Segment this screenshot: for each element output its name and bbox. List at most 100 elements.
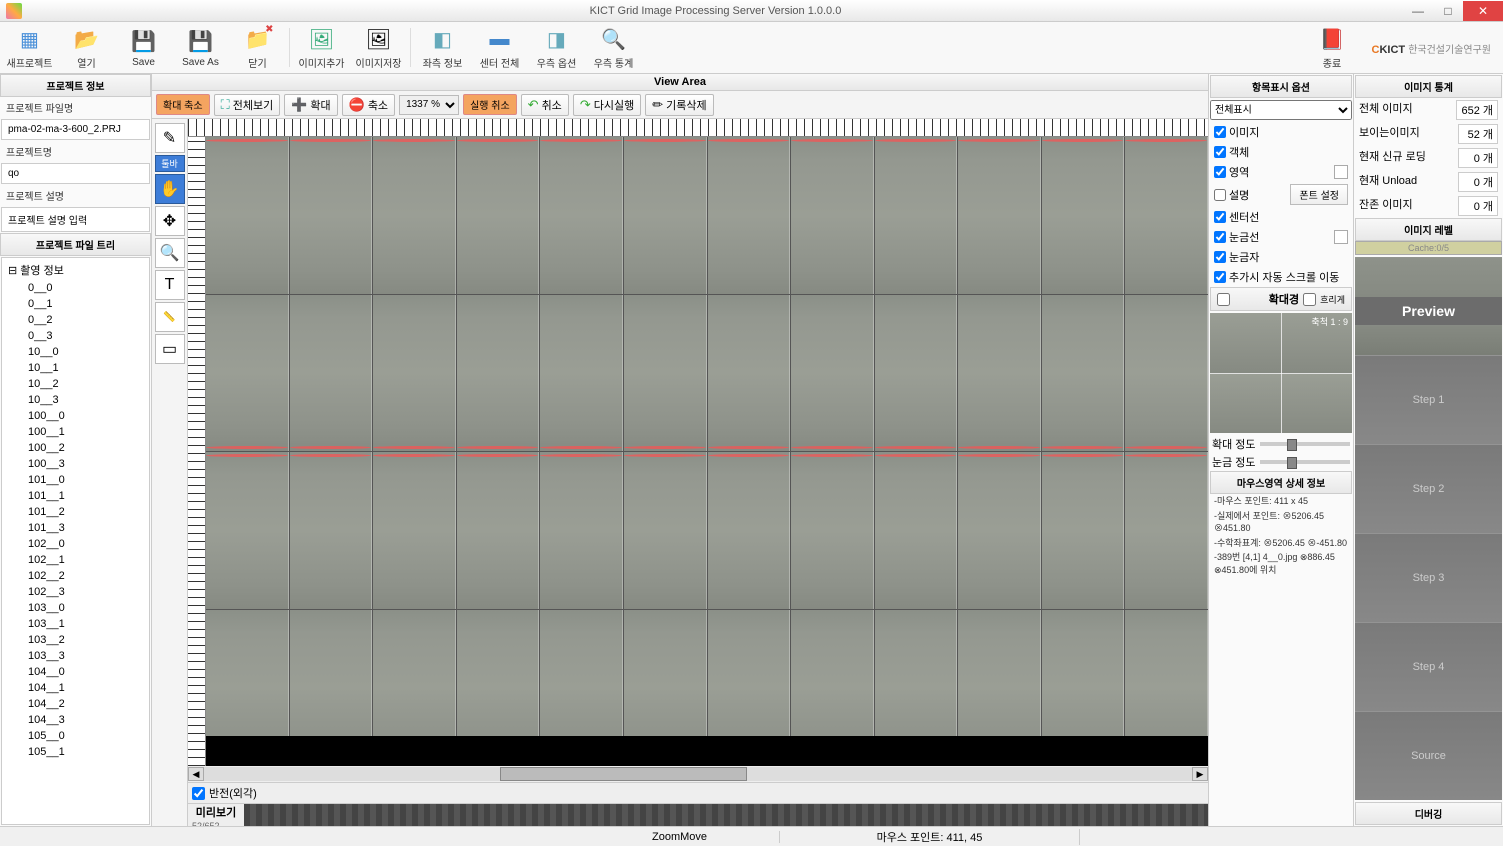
tree-item[interactable]: 103__1 [4, 616, 147, 632]
toolbar-tab[interactable]: 툴바 [155, 155, 185, 172]
tree-item[interactable]: 100__0 [4, 408, 147, 424]
tree-item[interactable]: 10__0 [4, 344, 147, 360]
preview-step[interactable]: Step 3 [1355, 533, 1502, 622]
zoom-tool[interactable]: 🔍 [155, 238, 185, 268]
chk-object[interactable] [1214, 146, 1226, 158]
save-button[interactable]: 💾Save [116, 24, 171, 71]
chk-draw[interactable] [1303, 293, 1316, 306]
desc-field[interactable]: 프로젝트 설명 입력 [1, 207, 150, 232]
tree-item[interactable]: 101__3 [4, 520, 147, 536]
tree-item[interactable]: 102__2 [4, 568, 147, 584]
status-mouse: 마우스 포인트: 411, 45 [780, 829, 1080, 845]
chk-center[interactable] [1214, 211, 1226, 223]
tree-item[interactable]: 105__0 [4, 728, 147, 744]
undo-exec-button[interactable]: 실행 취소 [463, 94, 517, 115]
tree-root[interactable]: ⊟ 촬영 정보 [4, 260, 147, 280]
tree-item[interactable]: 101__1 [4, 488, 147, 504]
right-option-button[interactable]: ◨우측 옵션 [529, 24, 584, 71]
zoom-select[interactable]: 1337 % [399, 95, 459, 115]
close-project-button[interactable]: 📁✖닫기 [230, 24, 285, 71]
tree-item[interactable]: 103__2 [4, 632, 147, 648]
file-field[interactable]: pma-02-ma-3-600_2.PRJ [1, 119, 150, 140]
close-folder-icon: 📁✖ [244, 26, 272, 54]
right-stat-button[interactable]: 🔍우측 통계 [586, 24, 641, 71]
save-as-button[interactable]: 💾Save As [173, 24, 228, 71]
unload-images: 0 개 [1458, 172, 1498, 192]
ruler-tool[interactable]: 📏 [155, 302, 185, 332]
tree-item[interactable]: 10__1 [4, 360, 147, 376]
add-image-button[interactable]: 🖼이미지추가 [294, 24, 349, 71]
chk-desc[interactable] [1214, 189, 1226, 201]
tree-item[interactable]: 104__3 [4, 712, 147, 728]
tree-item[interactable]: 102__0 [4, 536, 147, 552]
preview-step[interactable]: Step 4 [1355, 622, 1502, 711]
invert-checkbox[interactable] [192, 787, 205, 800]
tree-item[interactable]: 104__2 [4, 696, 147, 712]
tree-item[interactable]: 10__2 [4, 376, 147, 392]
scroll-right-icon[interactable]: ▶ [1192, 767, 1208, 781]
region-color-swatch[interactable] [1334, 165, 1348, 179]
horizontal-scrollbar[interactable]: ◀ ▶ [188, 766, 1208, 782]
zoom-in-button[interactable]: ➕확대 [284, 94, 337, 116]
tree-item[interactable]: 100__3 [4, 456, 147, 472]
tree-item[interactable]: 101__0 [4, 472, 147, 488]
zoom-fit-button[interactable]: 확대 축소 [156, 94, 210, 115]
preview-step[interactable]: Step 2 [1355, 444, 1502, 533]
tree-item[interactable]: 0__1 [4, 296, 147, 312]
preview-step[interactable]: Step 1 [1355, 355, 1502, 444]
hand-tool[interactable]: ✋ [155, 174, 185, 204]
statusbar: ZoomMove 마우스 포인트: 411, 45 [0, 826, 1503, 846]
save-image-button[interactable]: 🖼이미지저장 [351, 24, 406, 71]
chk-grid[interactable] [1214, 231, 1226, 243]
left-info-button[interactable]: ◧좌측 정보 [415, 24, 470, 71]
open-button[interactable]: 📂열기 [59, 24, 114, 71]
chk-mag-enable[interactable] [1217, 293, 1230, 306]
close-button[interactable]: ✕ [1463, 1, 1503, 21]
rect-tool[interactable]: ▭ [155, 334, 185, 364]
tree-item[interactable]: 102__1 [4, 552, 147, 568]
tree-item[interactable]: 103__3 [4, 648, 147, 664]
chk-autoscroll[interactable] [1214, 271, 1226, 283]
zoom-out-button[interactable]: ⛔축소 [342, 94, 395, 116]
tree-item[interactable]: 102__3 [4, 584, 147, 600]
exit-icon: 📕 [1318, 26, 1346, 54]
font-settings-button[interactable]: 폰트 설정 [1290, 184, 1348, 205]
tree-item[interactable]: 104__0 [4, 664, 147, 680]
titlebar: KICT Grid Image Processing Server Versio… [0, 0, 1503, 22]
center-all-button[interactable]: ▬센터 전체 [472, 24, 527, 71]
scroll-left-icon[interactable]: ◀ [188, 767, 204, 781]
maximize-button[interactable]: □ [1433, 1, 1463, 21]
stats-header: 이미지 통계 [1355, 75, 1502, 98]
display-select[interactable]: 전체표시 [1210, 100, 1352, 120]
name-field[interactable]: qo [1, 163, 150, 184]
chk-region[interactable] [1214, 166, 1226, 178]
new-project-button[interactable]: ▦새프로젝트 [2, 24, 57, 71]
tree-item[interactable]: 104__1 [4, 680, 147, 696]
text-tool[interactable]: T [155, 270, 185, 300]
pen-tool[interactable]: ✎ [155, 123, 185, 153]
tree-item[interactable]: 0__3 [4, 328, 147, 344]
tree-item[interactable]: 0__2 [4, 312, 147, 328]
zoom-slider[interactable] [1260, 442, 1350, 446]
exit-button[interactable]: 📕종료 [1305, 26, 1360, 70]
tree-item[interactable]: 10__3 [4, 392, 147, 408]
undo-button[interactable]: ↶취소 [521, 94, 569, 116]
chk-image[interactable] [1214, 126, 1226, 138]
chk-ruler[interactable] [1214, 251, 1226, 263]
tree-item[interactable]: 105__1 [4, 744, 147, 760]
file-tree[interactable]: ⊟ 촬영 정보 0__00__10__20__310__010__110__21… [1, 257, 150, 825]
clear-log-button[interactable]: ✏기록삭제 [645, 94, 713, 116]
redo-button[interactable]: ↷다시실행 [573, 94, 641, 116]
view-all-button[interactable]: ⛶전체보기 [214, 94, 281, 116]
tree-item[interactable]: 100__1 [4, 424, 147, 440]
pointer-tool[interactable]: ✥ [155, 206, 185, 236]
preview-step[interactable]: Source [1355, 711, 1502, 800]
tree-item[interactable]: 0__0 [4, 280, 147, 296]
tree-item[interactable]: 101__2 [4, 504, 147, 520]
grid-color-swatch[interactable] [1334, 230, 1348, 244]
image-canvas[interactable] [206, 137, 1208, 766]
minimize-button[interactable]: — [1403, 1, 1433, 21]
tree-item[interactable]: 100__2 [4, 440, 147, 456]
tree-item[interactable]: 103__0 [4, 600, 147, 616]
grid-slider[interactable] [1260, 460, 1350, 464]
